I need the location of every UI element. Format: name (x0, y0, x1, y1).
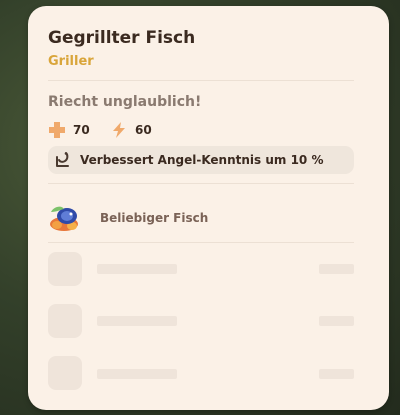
energy-stat: 60 (110, 120, 152, 140)
empty-ingredient-slot (48, 252, 82, 286)
divider (48, 242, 354, 243)
fish-icon (50, 206, 78, 231)
empty-ingredient-slot (48, 356, 82, 390)
recipe-card: Gegrillter Fisch Griller Riecht unglaubl… (28, 6, 389, 410)
divider (48, 183, 354, 184)
health-value: 70 (73, 123, 90, 137)
empty-label-placeholder (97, 369, 177, 379)
effect-badge: Verbessert Angel-Kenntnis um 10 % (48, 146, 354, 174)
energy-bolt-icon (113, 122, 125, 138)
empty-ingredient-slot (48, 304, 82, 338)
ingredient-item: Beliebiger Fisch (46, 200, 208, 236)
empty-value-placeholder (319, 316, 354, 326)
recipe-description: Riecht unglaublich! (48, 94, 202, 110)
empty-label-placeholder (97, 316, 177, 326)
health-stat: 70 (48, 120, 90, 140)
health-plus-icon (49, 122, 65, 138)
fishing-skill-icon (56, 152, 69, 167)
ingredient-label: Beliebiger Fisch (100, 211, 209, 225)
recipe-title: Gegrillter Fisch (48, 28, 196, 48)
divider (48, 80, 354, 81)
empty-value-placeholder (319, 369, 354, 379)
cooking-station: Griller (48, 54, 94, 69)
effect-text: Verbessert Angel-Kenntnis um 10 % (80, 153, 324, 167)
empty-value-placeholder (319, 264, 354, 274)
empty-label-placeholder (97, 264, 177, 274)
energy-value: 60 (135, 123, 152, 137)
